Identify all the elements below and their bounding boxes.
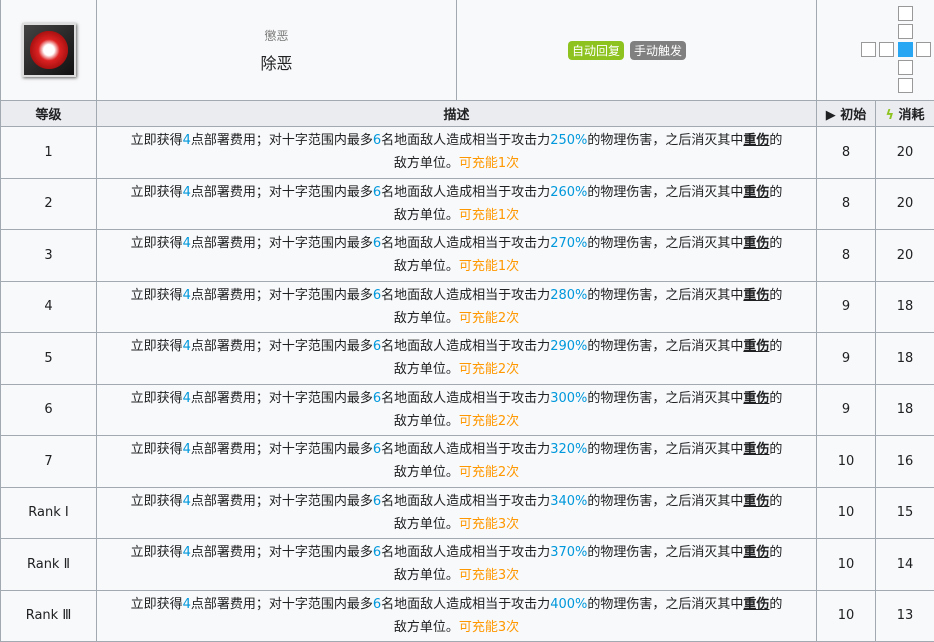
keyword-link[interactable]: 重伤 bbox=[743, 288, 769, 303]
description: 立即获得4点部署费用；对十字范围内最多6名地面敌人造成相当于攻击力260%的物理… bbox=[97, 178, 817, 230]
initial-sp: 10 bbox=[817, 487, 876, 539]
sp-cost: 13 bbox=[876, 590, 934, 642]
header-desc: 描述 bbox=[97, 101, 817, 127]
initial-sp: 10 bbox=[817, 539, 876, 591]
level: Rank Ⅰ bbox=[1, 487, 97, 539]
sp-cost: 14 bbox=[876, 539, 934, 591]
sp-cost: 16 bbox=[876, 436, 934, 488]
skill-icon-cell bbox=[1, 0, 97, 101]
range-cell bbox=[817, 0, 934, 101]
level: 4 bbox=[1, 281, 97, 333]
description: 立即获得4点部署费用；对十字范围内最多6名地面敌人造成相当于攻击力370%的物理… bbox=[97, 539, 817, 591]
keyword-link[interactable]: 重伤 bbox=[743, 494, 769, 509]
skill-name-cell: 懲恶除恶 bbox=[97, 0, 457, 101]
initial-sp: 9 bbox=[817, 333, 876, 385]
table-row: 5 立即获得4点部署费用；对十字范围内最多6名地面敌人造成相当于攻击力290%的… bbox=[1, 333, 934, 385]
skill-table: 懲恶除恶 自动回复手动触发 等级 描述 ▶ 初始 ϟ 消耗 1 立即获得4点部署… bbox=[0, 0, 934, 642]
table-row: Rank Ⅰ 立即获得4点部署费用；对十字范围内最多6名地面敌人造成相当于攻击力… bbox=[1, 487, 934, 539]
table-row: Rank Ⅲ 立即获得4点部署费用；对十字范围内最多6名地面敌人造成相当于攻击力… bbox=[1, 590, 934, 642]
skill-name: 除恶 bbox=[97, 50, 456, 74]
header-initial: ▶ 初始 bbox=[817, 101, 876, 127]
sp-cost: 20 bbox=[876, 230, 934, 282]
skill-icon bbox=[22, 23, 76, 77]
table-row: 6 立即获得4点部署费用；对十字范围内最多6名地面敌人造成相当于攻击力300%的… bbox=[1, 384, 934, 436]
initial-sp: 8 bbox=[817, 178, 876, 230]
level: 5 bbox=[1, 333, 97, 385]
level: 2 bbox=[1, 178, 97, 230]
sp-cost: 18 bbox=[876, 384, 934, 436]
tag-manual-trigger: 手动触发 bbox=[630, 41, 686, 60]
play-icon: ▶ bbox=[826, 108, 836, 123]
initial-sp: 8 bbox=[817, 230, 876, 282]
range-grid bbox=[817, 0, 934, 100]
initial-sp: 10 bbox=[817, 590, 876, 642]
table-row: 7 立即获得4点部署费用；对十字范围内最多6名地面敌人造成相当于攻击力320%的… bbox=[1, 436, 934, 488]
sp-cost: 18 bbox=[876, 281, 934, 333]
sp-cost: 20 bbox=[876, 178, 934, 230]
keyword-link[interactable]: 重伤 bbox=[743, 133, 769, 148]
skill-subtitle: 懲恶 bbox=[97, 27, 456, 44]
description: 立即获得4点部署费用；对十字范围内最多6名地面敌人造成相当于攻击力340%的物理… bbox=[97, 487, 817, 539]
header-cost: ϟ 消耗 bbox=[876, 101, 934, 127]
sp-cost: 15 bbox=[876, 487, 934, 539]
keyword-link[interactable]: 重伤 bbox=[743, 442, 769, 457]
initial-sp: 9 bbox=[817, 384, 876, 436]
table-row: 2 立即获得4点部署费用；对十字范围内最多6名地面敌人造成相当于攻击力260%的… bbox=[1, 178, 934, 230]
description: 立即获得4点部署费用；对十字范围内最多6名地面敌人造成相当于攻击力250%的物理… bbox=[97, 127, 817, 179]
operator-position bbox=[898, 42, 913, 57]
level: 3 bbox=[1, 230, 97, 282]
description: 立即获得4点部署费用；对十字范围内最多6名地面敌人造成相当于攻击力300%的物理… bbox=[97, 384, 817, 436]
skill-tags-cell: 自动回复手动触发 bbox=[457, 0, 817, 101]
lightning-icon: ϟ bbox=[885, 108, 894, 123]
keyword-link[interactable]: 重伤 bbox=[743, 185, 769, 200]
tag-auto-recovery: 自动回复 bbox=[568, 41, 624, 60]
level: 6 bbox=[1, 384, 97, 436]
level: 1 bbox=[1, 127, 97, 179]
description: 立即获得4点部署费用；对十字范围内最多6名地面敌人造成相当于攻击力400%的物理… bbox=[97, 590, 817, 642]
initial-sp: 10 bbox=[817, 436, 876, 488]
table-row: 1 立即获得4点部署费用；对十字范围内最多6名地面敌人造成相当于攻击力250%的… bbox=[1, 127, 934, 179]
description: 立即获得4点部署费用；对十字范围内最多6名地面敌人造成相当于攻击力290%的物理… bbox=[97, 333, 817, 385]
keyword-link[interactable]: 重伤 bbox=[743, 236, 769, 251]
sp-cost: 18 bbox=[876, 333, 934, 385]
keyword-link[interactable]: 重伤 bbox=[743, 545, 769, 560]
header-level: 等级 bbox=[1, 101, 97, 127]
sp-cost: 20 bbox=[876, 127, 934, 179]
initial-sp: 8 bbox=[817, 127, 876, 179]
keyword-link[interactable]: 重伤 bbox=[743, 597, 769, 612]
initial-sp: 9 bbox=[817, 281, 876, 333]
level: 7 bbox=[1, 436, 97, 488]
table-row: 3 立即获得4点部署费用；对十字范围内最多6名地面敌人造成相当于攻击力270%的… bbox=[1, 230, 934, 282]
keyword-link[interactable]: 重伤 bbox=[743, 339, 769, 354]
level: Rank Ⅱ bbox=[1, 539, 97, 591]
keyword-link[interactable]: 重伤 bbox=[743, 391, 769, 406]
description: 立即获得4点部署费用；对十字范围内最多6名地面敌人造成相当于攻击力270%的物理… bbox=[97, 230, 817, 282]
description: 立即获得4点部署费用；对十字范围内最多6名地面敌人造成相当于攻击力320%的物理… bbox=[97, 436, 817, 488]
table-row: 4 立即获得4点部署费用；对十字范围内最多6名地面敌人造成相当于攻击力280%的… bbox=[1, 281, 934, 333]
level: Rank Ⅲ bbox=[1, 590, 97, 642]
table-row: Rank Ⅱ 立即获得4点部署费用；对十字范围内最多6名地面敌人造成相当于攻击力… bbox=[1, 539, 934, 591]
description: 立即获得4点部署费用；对十字范围内最多6名地面敌人造成相当于攻击力280%的物理… bbox=[97, 281, 817, 333]
